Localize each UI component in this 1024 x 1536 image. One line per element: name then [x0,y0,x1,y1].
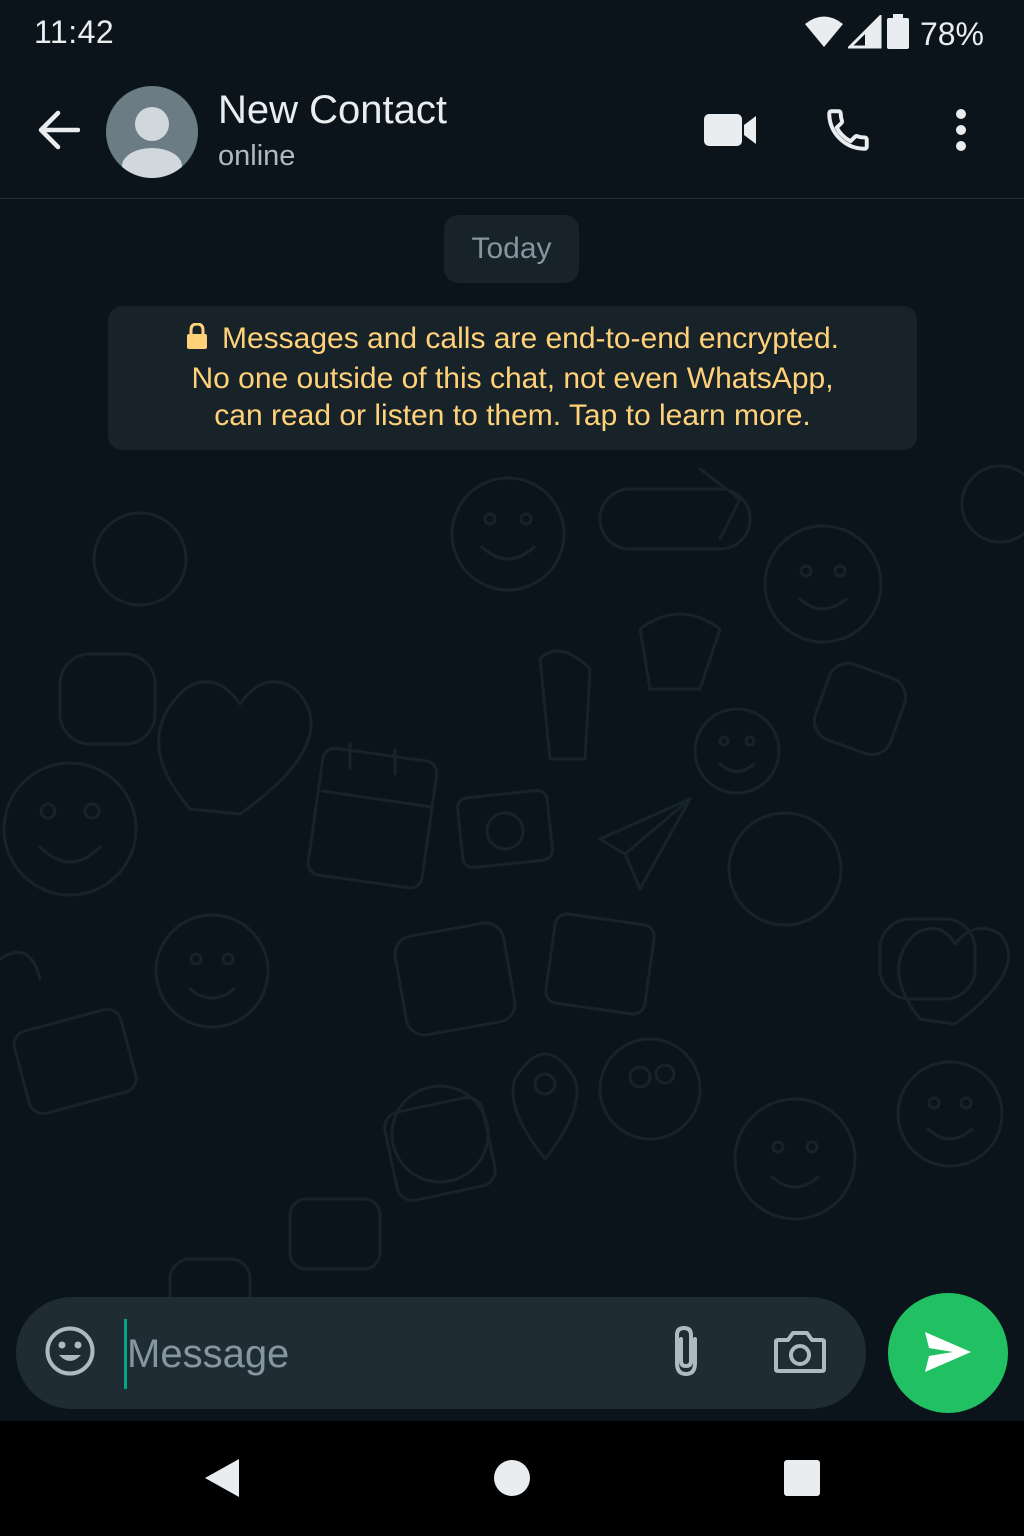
date-divider: Today [444,215,579,283]
nav-home-icon [493,1459,531,1502]
more-options-button[interactable] [925,96,997,168]
status-bar: 11:42 78% [0,0,1024,68]
nav-back-icon [201,1457,241,1504]
video-call-button[interactable] [694,96,766,168]
nav-home-button[interactable] [487,1455,537,1505]
contact-status: online [218,140,296,172]
video-call-icon [703,112,757,153]
voice-call-button[interactable] [812,96,884,168]
battery-icon [886,14,910,55]
phone-icon [823,105,873,160]
camera-button[interactable] [768,1323,832,1383]
encryption-notice-line-2: No one outside of this chat, not even Wh… [191,361,834,395]
status-indicators: 78% [804,13,984,55]
camera-icon [774,1328,826,1379]
chat-area[interactable]: Today Messages and calls are end-to-end … [0,199,1024,1421]
more-vert-icon [954,108,968,157]
message-composer [16,1297,866,1409]
avatar[interactable] [106,86,198,178]
attach-button[interactable] [656,1323,716,1383]
battery-percent: 78% [919,16,984,52]
emoji-button[interactable] [42,1325,98,1381]
paperclip-icon [669,1325,703,1382]
signal-icon [846,13,882,54]
nav-recents-button[interactable] [777,1455,827,1505]
back-arrow-icon [36,110,81,155]
back-button[interactable] [26,100,90,164]
contact-name[interactable]: New Contact [218,88,447,133]
chat-header: New Contact online [0,68,1024,199]
encryption-notice-line-1: Messages and calls are end-to-end encryp… [128,320,897,360]
lock-icon [186,322,208,360]
status-time: 11:42 [34,14,115,50]
message-input[interactable] [124,1319,649,1389]
encryption-notice[interactable]: Messages and calls are end-to-end encryp… [108,306,917,450]
send-icon [923,1330,973,1377]
wifi-icon [804,15,844,54]
send-button[interactable] [888,1293,1008,1413]
default-avatar-icon [106,107,198,178]
nav-recents-icon [782,1458,822,1503]
nav-back-button[interactable] [196,1455,246,1505]
encryption-notice-line-3: can read or listen to them. Tap to learn… [214,399,811,432]
emoji-icon [44,1325,96,1382]
system-nav-bar [0,1421,1024,1536]
